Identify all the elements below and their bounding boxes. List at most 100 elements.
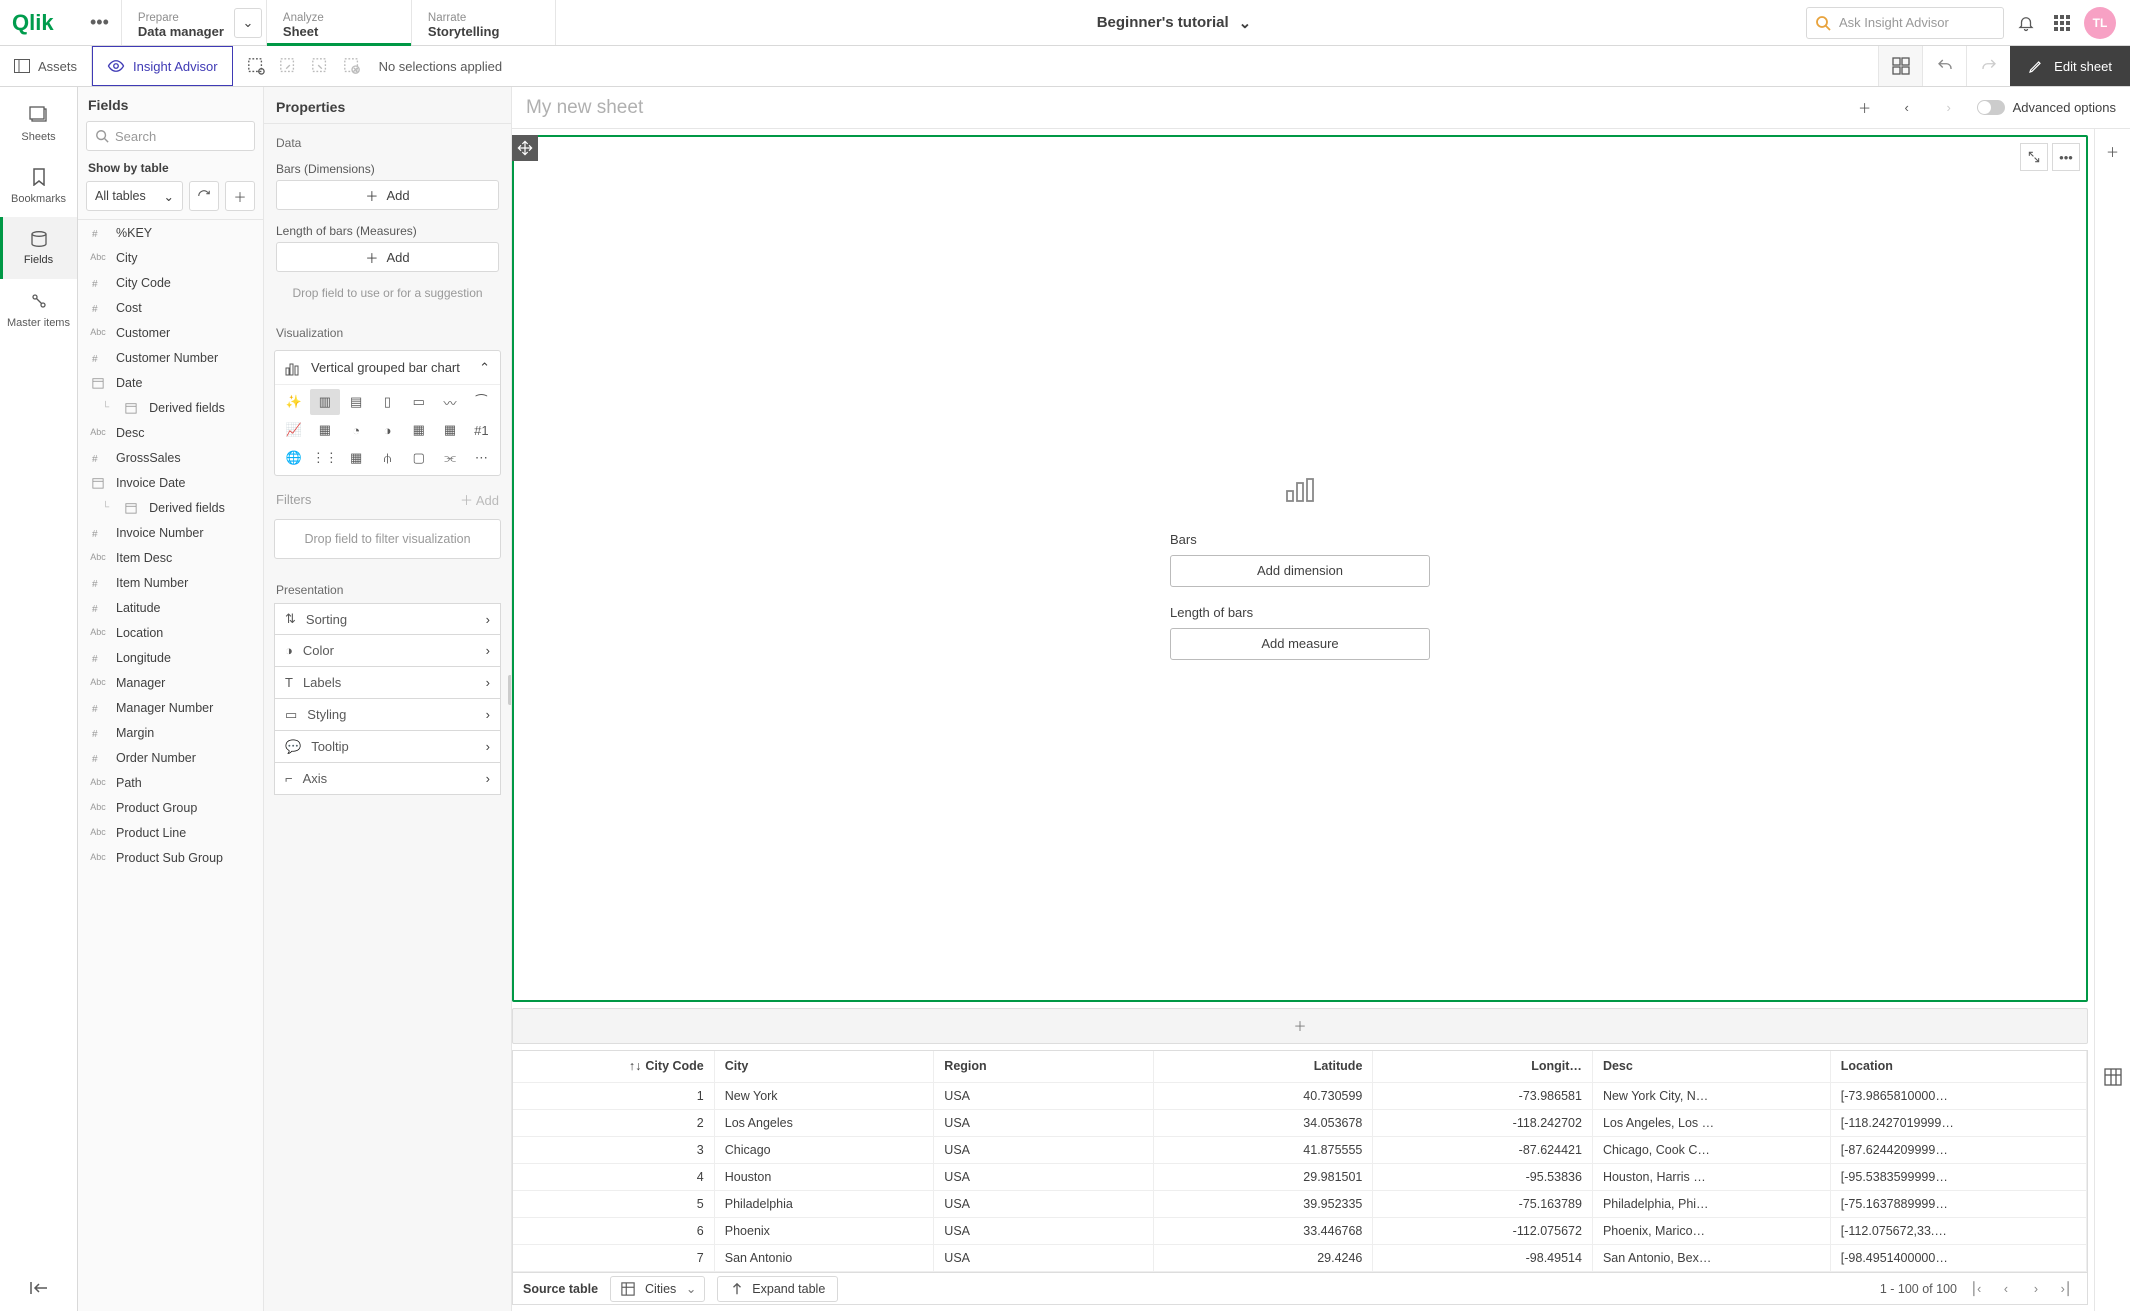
field-product-sub-group[interactable]: AbcProduct Sub Group xyxy=(78,845,263,870)
col-latitude[interactable]: Latitude xyxy=(1153,1051,1373,1083)
presentation-styling[interactable]: ▭Styling› xyxy=(274,699,501,731)
chart-card[interactable]: ••• Bars Add dimension Length of bars Ad… xyxy=(512,135,2088,1002)
table-select[interactable]: All tables⌄ xyxy=(86,181,183,211)
field-derived-fields[interactable]: Derived fields xyxy=(78,395,263,420)
undo-icon[interactable] xyxy=(1922,46,1966,86)
field-item-number[interactable]: #Item Number xyxy=(78,570,263,595)
field-date[interactable]: Date xyxy=(78,370,263,395)
rail-bookmarks[interactable]: Bookmarks xyxy=(0,155,77,217)
field-customer-number[interactable]: #Customer Number xyxy=(78,345,263,370)
more-icon[interactable]: ••• xyxy=(90,12,109,33)
table-row[interactable]: 3ChicagoUSA41.875555-87.624421Chicago, C… xyxy=(513,1137,2087,1164)
card-more-icon[interactable]: ••• xyxy=(2052,143,2080,171)
viz-option-20[interactable]: ⋯ xyxy=(467,445,496,471)
presentation-labels[interactable]: TLabels› xyxy=(274,667,501,699)
sheet-title[interactable]: My new sheet xyxy=(526,97,1837,119)
add-below-button[interactable]: ＋ xyxy=(512,1008,2088,1044)
col-city-code[interactable]: ↑↓City Code xyxy=(513,1051,714,1083)
pager-last-icon[interactable]: ›⎮ xyxy=(2055,1281,2077,1296)
viz-option-2[interactable]: ▤ xyxy=(342,389,371,415)
col-desc[interactable]: Desc xyxy=(1592,1051,1830,1083)
nav-tab-storytelling[interactable]: NarrateStorytelling xyxy=(411,0,556,45)
pager-prev-icon[interactable]: ‹ xyxy=(1995,1282,2017,1296)
advanced-toggle[interactable] xyxy=(1977,100,2005,115)
presentation-tooltip[interactable]: 💬Tooltip› xyxy=(274,731,501,763)
viz-option-12[interactable]: ▦ xyxy=(435,417,464,443)
viz-option-3[interactable]: ▯ xyxy=(373,389,402,415)
viz-option-15[interactable]: ⋮⋮ xyxy=(310,445,339,471)
field-invoice-number[interactable]: #Invoice Number xyxy=(78,520,263,545)
field-manager-number[interactable]: #Manager Number xyxy=(78,695,263,720)
chevron-down-icon[interactable]: ⌄ xyxy=(234,8,262,38)
table-row[interactable]: 5PhiladelphiaUSA39.952335-75.163789Phila… xyxy=(513,1191,2087,1218)
collapse-rail-icon[interactable] xyxy=(29,1280,49,1299)
bell-icon[interactable] xyxy=(2012,9,2040,37)
field-margin[interactable]: #Margin xyxy=(78,720,263,745)
viz-option-10[interactable]: ◑ xyxy=(373,417,402,443)
field-order-number[interactable]: #Order Number xyxy=(78,745,263,770)
field-item-desc[interactable]: AbcItem Desc xyxy=(78,545,263,570)
add-measure-card-button[interactable]: Add measure xyxy=(1170,628,1430,660)
col-region[interactable]: Region xyxy=(934,1051,1154,1083)
table-row[interactable]: 7San AntonioUSA29.4246-98.49514San Anton… xyxy=(513,1245,2087,1272)
side-add-icon[interactable]: ＋ xyxy=(2099,137,2127,165)
viz-option-5[interactable]: 〰 xyxy=(435,389,464,415)
viz-option-8[interactable]: ▦ xyxy=(310,417,339,443)
move-handle-icon[interactable] xyxy=(512,135,538,161)
viz-option-17[interactable]: ⫛ xyxy=(373,445,402,471)
nav-tab-data-manager[interactable]: PrepareData manager⌄ xyxy=(121,0,266,45)
filter-drop-zone[interactable]: Drop field to filter visualization xyxy=(274,519,501,559)
edit-sheet-button[interactable]: Edit sheet xyxy=(2010,46,2130,86)
field-location[interactable]: AbcLocation xyxy=(78,620,263,645)
col-longit-[interactable]: Longit… xyxy=(1373,1051,1593,1083)
fullscreen-icon[interactable] xyxy=(2020,143,2048,171)
col-location[interactable]: Location xyxy=(1830,1051,2086,1083)
viz-dropdown[interactable]: Vertical grouped bar chart ⌃ xyxy=(275,351,500,385)
avatar[interactable]: TL xyxy=(2084,7,2116,39)
field-longitude[interactable]: #Longitude xyxy=(78,645,263,670)
field-customer[interactable]: AbcCustomer xyxy=(78,320,263,345)
fields-search[interactable]: Search xyxy=(86,121,255,151)
pager-first-icon[interactable]: ⎮‹ xyxy=(1965,1281,1987,1296)
viz-option-13[interactable]: #1 xyxy=(467,417,496,443)
field-product-group[interactable]: AbcProduct Group xyxy=(78,795,263,820)
viz-option-9[interactable]: ◔ xyxy=(342,417,371,443)
viz-option-14[interactable]: 🌐 xyxy=(279,445,308,471)
viz-option-1[interactable]: ▥ xyxy=(310,389,339,415)
viz-option-19[interactable]: ⫘ xyxy=(435,445,464,471)
col-city[interactable]: City xyxy=(714,1051,934,1083)
nav-tab-sheet[interactable]: AnalyzeSheet xyxy=(266,0,411,45)
field-cost[interactable]: #Cost xyxy=(78,295,263,320)
field-latitude[interactable]: #Latitude xyxy=(78,595,263,620)
viz-option-6[interactable]: ⁀ xyxy=(467,389,496,415)
viz-option-4[interactable]: ▭ xyxy=(404,389,433,415)
expand-table-button[interactable]: Expand table xyxy=(717,1276,838,1302)
insight-search[interactable]: Ask Insight Advisor xyxy=(1806,7,2004,39)
field-desc[interactable]: AbcDesc xyxy=(78,420,263,445)
rail-sheets[interactable]: Sheets xyxy=(0,93,77,155)
selection-tool-icon[interactable] xyxy=(247,57,265,75)
field-city[interactable]: AbcCity xyxy=(78,245,263,270)
field-invoice-date[interactable]: Invoice Date xyxy=(78,470,263,495)
pager-next-icon[interactable]: › xyxy=(2025,1282,2047,1296)
rail-fields[interactable]: Fields xyxy=(0,217,77,279)
field-city-code[interactable]: #City Code xyxy=(78,270,263,295)
presentation-color[interactable]: ◑Color› xyxy=(274,635,501,667)
add-sheet-icon[interactable]: ＋ xyxy=(1851,94,1879,122)
viz-option-18[interactable]: ▢ xyxy=(404,445,433,471)
sheet-grid-icon[interactable] xyxy=(1878,46,1922,86)
field-product-line[interactable]: AbcProduct Line xyxy=(78,820,263,845)
field-manager[interactable]: AbcManager xyxy=(78,670,263,695)
refresh-button[interactable] xyxy=(189,181,219,211)
field-grosssales[interactable]: #GrossSales xyxy=(78,445,263,470)
prev-sheet-icon[interactable]: ‹ xyxy=(1893,94,1921,122)
field-derived-fields[interactable]: Derived fields xyxy=(78,495,263,520)
viz-option-11[interactable]: ▦ xyxy=(404,417,433,443)
viz-option-0[interactable]: ✨ xyxy=(279,389,308,415)
apps-grid-icon[interactable] xyxy=(2048,9,2076,37)
viz-option-7[interactable]: 📈 xyxy=(279,417,308,443)
add-dimension-button[interactable]: ＋ Add xyxy=(276,180,499,210)
add-dimension-card-button[interactable]: Add dimension xyxy=(1170,555,1430,587)
assets-button[interactable]: Assets xyxy=(0,46,92,86)
add-measure-button[interactable]: ＋ Add xyxy=(276,242,499,272)
